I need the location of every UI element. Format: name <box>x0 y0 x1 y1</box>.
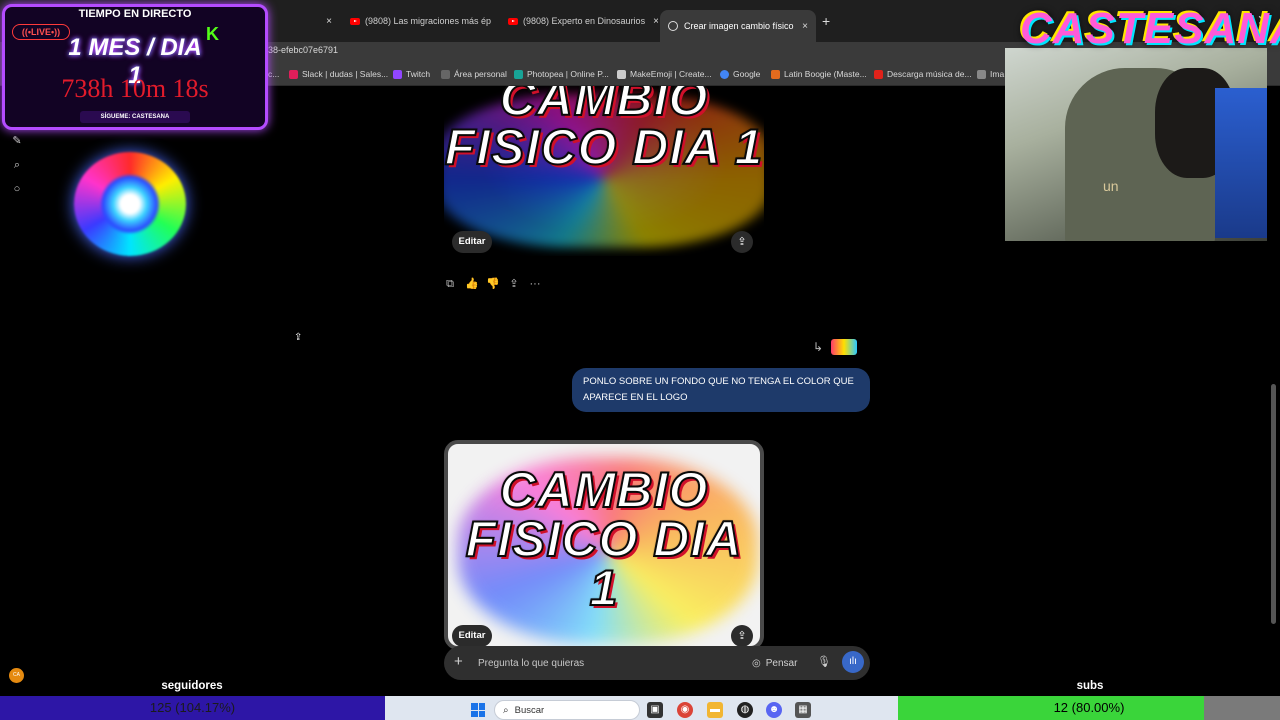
tab-close-icon[interactable]: × <box>794 21 808 32</box>
browser-tab-partial[interactable]: × <box>268 8 340 34</box>
voice-mode-button[interactable]: ılı <box>842 651 864 673</box>
think-button[interactable]: ◎ Pensar <box>752 654 797 672</box>
orb-logo-icon <box>74 152 186 256</box>
edit-image-button[interactable]: Editar <box>452 625 492 647</box>
tab-title: (9808) Las migraciones más ép <box>365 16 492 26</box>
folder-icon[interactable]: ▬ <box>707 702 723 718</box>
webcam-background <box>1215 88 1267 238</box>
thumbs-up-icon[interactable]: 👍 <box>465 277 479 291</box>
mouse-cursor-icon: ⇪ <box>294 332 303 343</box>
mes-dia-title: 1 MES / DIA 1 <box>68 34 202 89</box>
webcam-hoodie-text: un <box>1103 178 1119 194</box>
generated-image-text: CAMBIO FISICO DIA 1 <box>465 462 743 616</box>
windows-taskbar <box>385 696 898 720</box>
browser-tab-youtube-1[interactable]: (9808) Las migraciones más ép × <box>342 8 496 34</box>
calculator-icon[interactable]: ▦ <box>795 702 811 718</box>
new-tab-button[interactable]: + <box>822 13 830 29</box>
generated-image-text: CAMBIO FISICO DIA 1 <box>444 86 764 175</box>
bookmark-item[interactable]: c... <box>268 69 279 79</box>
subs-goal-bar: 12 (80.00%) <box>898 696 1280 720</box>
chat-icon[interactable]: ○ <box>11 183 23 195</box>
prompt-input[interactable] <box>478 655 738 671</box>
taskbar-search[interactable]: ⌕ Buscar <box>494 700 640 720</box>
tab-close-icon[interactable]: × <box>491 16 496 27</box>
photopea-icon <box>514 69 523 79</box>
subs-goal-value: 12 (80.00%) <box>1053 700 1125 715</box>
twitch-icon <box>393 69 402 79</box>
mic-icon[interactable]: 🎙 <box>817 655 831 668</box>
followers-goal-bar: 125 (104.17%) <box>0 696 385 720</box>
tab-close-icon[interactable]: × <box>318 16 332 27</box>
scrollbar[interactable] <box>1271 384 1276 624</box>
url-text[interactable]: 38-efebc07e6791 <box>268 45 338 55</box>
followers-label: seguidores <box>161 680 223 692</box>
bookmark-item[interactable]: Photopea | Online P... <box>514 69 609 79</box>
search-icon[interactable]: ⌕ <box>11 159 23 171</box>
bookmark-item[interactable]: Slack | dudas | Sales... <box>289 69 388 79</box>
lightbulb-icon: ◎ <box>752 657 761 669</box>
generated-image-2[interactable]: CAMBIO FISICO DIA 1 <box>444 440 764 650</box>
bookmark-icon <box>441 69 450 79</box>
castesana-logo: CASTESANA <box>1020 4 1280 53</box>
edit-image-button[interactable]: Editar <box>452 231 492 253</box>
chatgpt-icon <box>668 21 678 31</box>
slack-icon <box>289 69 298 79</box>
bookmark-item[interactable]: Descarga música de... <box>874 69 972 79</box>
more-icon[interactable]: ··· <box>528 277 542 291</box>
user-message: PONLO SOBRE UN FONDO QUE NO TENGA EL COL… <box>572 368 870 412</box>
makeemoji-icon <box>617 69 626 79</box>
edit-icon[interactable]: ✎ <box>11 135 23 147</box>
image-icon <box>977 69 986 79</box>
copy-icon[interactable]: ⧉ <box>443 277 457 291</box>
windows-start-icon[interactable] <box>471 703 485 717</box>
youtube-icon <box>350 17 360 25</box>
webcam-feed: un <box>1005 48 1267 241</box>
obs-icon[interactable]: ◍ <box>737 702 753 718</box>
taskbar-search-label: Buscar <box>514 704 545 716</box>
user-avatar[interactable]: CA <box>9 668 24 683</box>
reply-arrow-icon: ↳ <box>813 340 824 354</box>
thumbs-down-icon[interactable]: 👎 <box>486 277 500 291</box>
chrome-icon[interactable]: ◉ <box>677 702 693 718</box>
youtube-icon <box>508 17 518 25</box>
bookmark-item[interactable]: MakeEmoji | Create... <box>617 69 712 79</box>
music-icon <box>771 69 780 79</box>
elapsed-time: 738h 10m 18s <box>61 74 209 103</box>
bookmark-item[interactable]: Latin Boogie (Maste... <box>771 69 867 79</box>
search-icon: ⌕ <box>503 704 509 716</box>
followers-goal-value: 125 (104.17%) <box>149 700 236 715</box>
download-icon <box>874 69 883 79</box>
share-icon[interactable]: ⇪ <box>507 277 521 291</box>
generated-image-1[interactable]: CAMBIO FISICO DIA 1 <box>444 86 764 256</box>
discord-icon[interactable]: ☻ <box>766 702 782 718</box>
share-image-icon[interactable]: ⇪ <box>731 625 753 647</box>
subs-label: subs <box>1076 680 1104 692</box>
add-attachment-button[interactable]: + <box>454 653 463 670</box>
tab-title: Crear imagen cambio físico <box>684 21 794 31</box>
bookmark-item[interactable]: Twitch <box>393 69 430 79</box>
browser-tab-active[interactable]: Crear imagen cambio físico × <box>660 10 816 42</box>
google-icon <box>720 69 729 79</box>
think-label: Pensar <box>765 657 798 669</box>
kick-logo-icon: K <box>206 24 219 44</box>
bookmark-item[interactable]: Área personal <box>441 69 507 79</box>
share-image-icon[interactable]: ⇪ <box>731 231 753 253</box>
bookmark-item[interactable]: Google <box>720 69 760 79</box>
browser-tab-youtube-2[interactable]: (9808) Experto en Dinosaurios × <box>500 8 658 34</box>
attached-image-thumbnail[interactable] <box>831 339 857 355</box>
tab-close-icon[interactable]: × <box>645 16 658 27</box>
bookmark-item[interactable]: Ima <box>977 69 1004 79</box>
tab-title: (9808) Experto en Dinosaurios <box>523 16 646 26</box>
task-view-icon[interactable]: ▣ <box>647 702 663 718</box>
follow-tag: SÍGUEME: CASTESANA <box>80 111 190 123</box>
timer-title: TIEMPO EN DIRECTO <box>78 8 192 20</box>
